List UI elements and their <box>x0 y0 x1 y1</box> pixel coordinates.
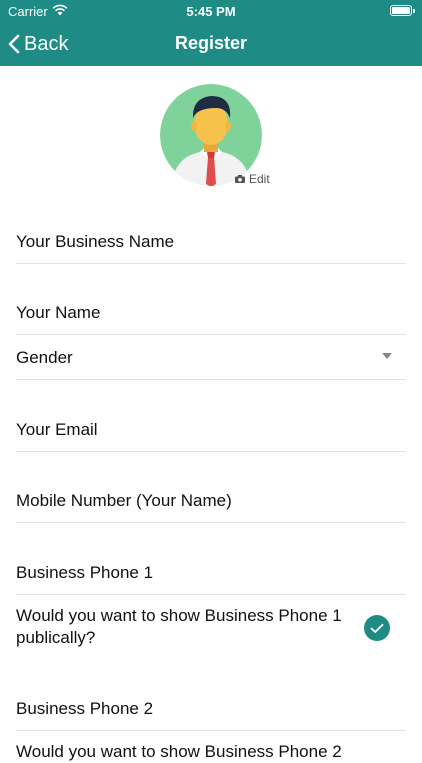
edit-label: Edit <box>249 172 270 186</box>
email-placeholder: Your Email <box>16 420 98 439</box>
avatar <box>160 84 262 186</box>
status-bar: Carrier 5:45 PM <box>0 0 422 22</box>
gender-label: Gender <box>16 348 73 367</box>
app-header: Carrier 5:45 PM Back Register <box>0 0 422 66</box>
edit-photo-button[interactable]: Edit <box>235 172 270 186</box>
checkmark-icon <box>370 623 384 633</box>
business-name-placeholder: Your Business Name <box>16 232 175 251</box>
battery-icon <box>390 5 415 16</box>
business-phone-1-placeholder: Business Phone 1 <box>16 563 154 582</box>
show-phone-1-toggle-row: Would you want to show Business Phone 1 … <box>16 605 406 655</box>
show-phone-2-toggle-row: Would you want to show Business Phone 2 <box>16 741 406 763</box>
nav-bar: Back Register <box>0 22 422 66</box>
mobile-number-placeholder: Mobile Number (Your Name) <box>16 491 232 510</box>
business-name-field[interactable]: Your Business Name <box>16 218 406 264</box>
camera-icon <box>235 175 245 183</box>
email-field[interactable]: Your Email <box>16 406 406 452</box>
show-phone-2-label: Would you want to show Business Phone 2 <box>16 742 342 761</box>
gender-select[interactable]: Gender <box>16 335 406 380</box>
dropdown-caret-icon <box>382 353 392 359</box>
business-phone-1-field[interactable]: Business Phone 1 <box>16 550 406 595</box>
your-name-field[interactable]: Your Name <box>16 290 406 335</box>
business-phone-2-placeholder: Business Phone 2 <box>16 699 154 718</box>
page-title: Register <box>174 33 248 53</box>
show-phone-1-checkbox[interactable] <box>364 615 390 641</box>
your-name-placeholder: Your Name <box>16 303 101 322</box>
show-phone-1-label: Would you want to show Business Phone 1 … <box>16 606 342 647</box>
status-time: 5:45 PM <box>186 4 236 19</box>
business-phone-2-field[interactable]: Business Phone 2 <box>16 686 406 731</box>
mobile-number-field[interactable]: Mobile Number (Your Name) <box>16 478 406 523</box>
